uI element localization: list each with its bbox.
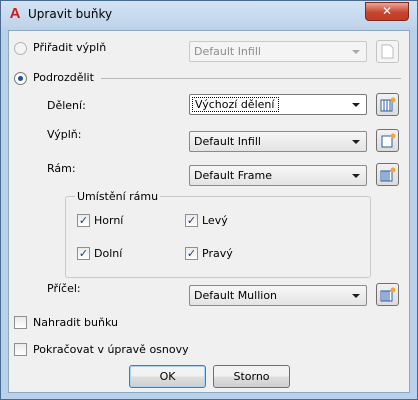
frame-right-label[interactable]: Pravý xyxy=(202,247,233,260)
mullion-label: Příčel: xyxy=(47,282,81,295)
division-label: Dělení: xyxy=(47,99,86,112)
ok-button[interactable]: OK xyxy=(129,365,206,388)
radio-selected-dot xyxy=(18,76,23,81)
autocad-app-icon: A xyxy=(9,5,21,22)
frame-right-checkbox[interactable]: ✓ xyxy=(185,247,198,260)
division-dropdown-value: Výchozí dělení xyxy=(192,97,280,112)
continue-editing-label[interactable]: Pokračovat v úpravě osnovy xyxy=(33,343,189,356)
continue-editing-checkbox[interactable] xyxy=(14,343,27,356)
assign-infill-radio[interactable] xyxy=(14,42,27,55)
subdivide-label[interactable]: Podrozdělit xyxy=(33,71,94,84)
chevron-down-icon xyxy=(352,103,360,107)
frame-placement-title: Umístění rámu xyxy=(75,190,161,203)
dialog-title: Upravit buňky xyxy=(28,7,113,21)
cancel-button[interactable]: Storno xyxy=(213,365,290,388)
frame-bottom-label[interactable]: Dolní xyxy=(94,247,122,260)
chevron-down-icon xyxy=(352,294,360,298)
frame-top-checkbox[interactable]: ✓ xyxy=(77,214,90,227)
division-new-style-button[interactable] xyxy=(376,93,399,116)
title-bar[interactable]: A Upravit buňky ✕ xyxy=(1,1,417,28)
frame-dropdown[interactable]: Default Frame xyxy=(189,165,367,186)
dialog-body: Přiřadit výplň Default Infill Podrozděli… xyxy=(8,30,410,393)
new-mullion-style-icon xyxy=(380,287,396,302)
infill-label: Výplň: xyxy=(47,128,82,141)
assign-infill-dropdown[interactable]: Default Infill xyxy=(189,41,367,62)
frame-dropdown-value: Default Frame xyxy=(194,169,272,182)
infill-dropdown-value: Default Infill xyxy=(194,135,261,148)
new-infill-style-icon xyxy=(381,133,396,148)
new-division-style-icon xyxy=(380,97,396,112)
check-icon: ✓ xyxy=(78,247,89,260)
section-divider xyxy=(101,78,401,79)
replace-cell-checkbox[interactable] xyxy=(14,316,27,329)
chevron-down-icon xyxy=(352,140,360,144)
mullion-dropdown-value: Default Mullion xyxy=(194,289,278,302)
frame-top-label[interactable]: Horní xyxy=(94,214,123,227)
chevron-down-icon xyxy=(352,50,360,54)
division-dropdown[interactable]: Výchozí dělení xyxy=(189,94,367,115)
infill-new-style-button[interactable] xyxy=(376,129,399,152)
frame-left-checkbox[interactable]: ✓ xyxy=(185,214,198,227)
frame-left-label[interactable]: Levý xyxy=(202,214,228,227)
frame-new-style-button[interactable] xyxy=(376,163,399,186)
check-icon: ✓ xyxy=(186,247,197,260)
new-frame-style-icon xyxy=(380,167,396,182)
check-icon: ✓ xyxy=(186,214,197,227)
subdivide-radio[interactable] xyxy=(14,72,27,85)
replace-cell-label[interactable]: Nahradit buňku xyxy=(33,316,118,329)
frame-bottom-checkbox[interactable]: ✓ xyxy=(77,247,90,260)
check-icon: ✓ xyxy=(78,214,89,227)
frame-label: Rám: xyxy=(47,162,76,175)
edit-cells-dialog: A Upravit buňky ✕ Přiřadit výplň Default… xyxy=(0,0,418,400)
assign-infill-label[interactable]: Přiřadit výplň xyxy=(33,41,106,54)
mullion-dropdown[interactable]: Default Mullion xyxy=(189,285,367,306)
chevron-down-icon xyxy=(352,174,360,178)
mullion-new-style-button[interactable] xyxy=(376,283,399,306)
close-icon: ✕ xyxy=(381,4,393,18)
assign-infill-dropdown-value: Default Infill xyxy=(194,45,261,58)
infill-dropdown[interactable]: Default Infill xyxy=(189,131,367,152)
close-button[interactable]: ✕ xyxy=(365,2,409,21)
blank-document-icon xyxy=(381,44,394,59)
frame-placement-group xyxy=(65,196,371,278)
assign-infill-new-style-button[interactable] xyxy=(376,40,399,63)
